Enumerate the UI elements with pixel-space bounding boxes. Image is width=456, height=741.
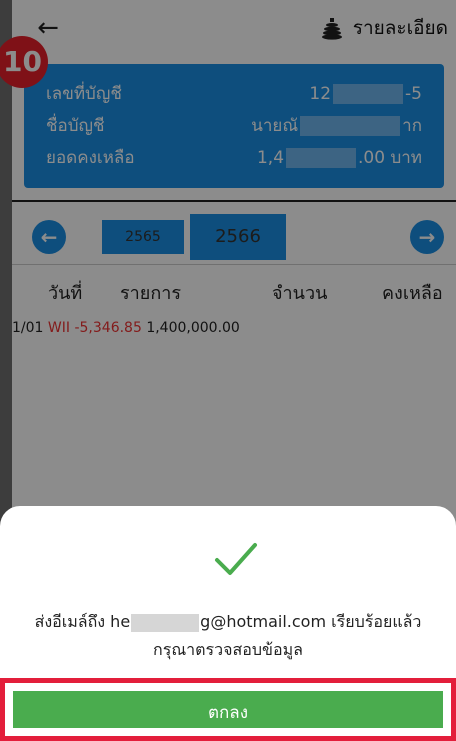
highlight-frame: ตกลง (0, 678, 456, 741)
checkmark-icon (215, 543, 257, 575)
ok-button[interactable]: ตกลง (13, 691, 443, 728)
redaction-block (131, 613, 200, 632)
confirmation-sheet: ส่งอีเมล์ถึง he g@hotmail.com เรียบร้อยแล… (0, 506, 456, 741)
confirmation-message: ส่งอีเมล์ถึง he g@hotmail.com เรียบร้อยแล… (34, 612, 422, 659)
